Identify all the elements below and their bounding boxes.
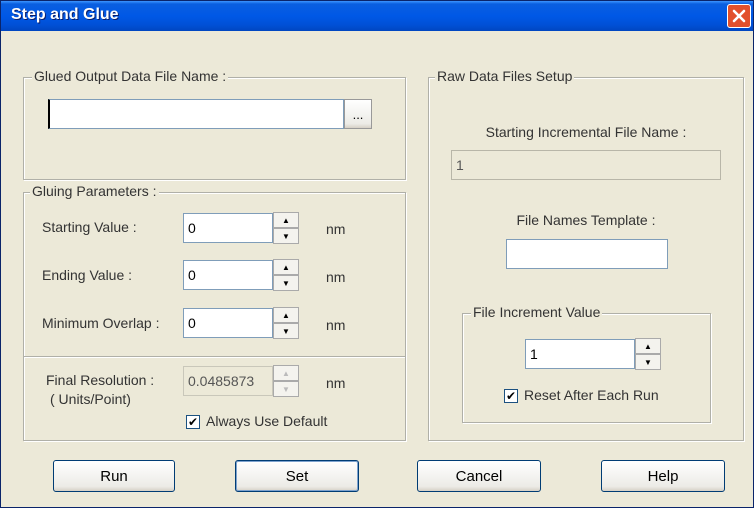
run-button[interactable]: Run: [53, 460, 175, 492]
always-use-default-label[interactable]: Always Use Default: [206, 413, 327, 429]
file-names-template-input[interactable]: [506, 239, 668, 269]
close-button[interactable]: [727, 4, 751, 28]
final-resolution-spinner: ▲ ▼: [273, 365, 299, 397]
checkmark-icon: ✔: [505, 389, 517, 403]
file-increment-spinner[interactable]: ▲ ▼: [635, 338, 661, 370]
glued-output-file-input[interactable]: [48, 99, 344, 129]
final-resolution-label: Final Resolution :: [46, 372, 155, 388]
file-increment-input[interactable]: 1: [525, 339, 635, 369]
triangle-up-icon[interactable]: ▲: [273, 259, 299, 275]
ending-value-unit: nm: [326, 269, 346, 285]
starting-value-spinner[interactable]: ▲ ▼: [273, 212, 299, 244]
minimum-overlap-input[interactable]: 0: [183, 308, 273, 338]
minimum-overlap-spinner[interactable]: ▲ ▼: [273, 307, 299, 339]
glued-output-group: Glued Output Data File Name : ...: [23, 68, 406, 180]
raw-data-files-legend: Raw Data Files Setup: [435, 68, 575, 84]
triangle-up-icon: ▲: [273, 365, 299, 381]
triangle-down-icon[interactable]: ▼: [273, 228, 299, 244]
triangle-down-icon[interactable]: ▼: [635, 354, 661, 370]
group-separator: [24, 356, 405, 358]
starting-value-input[interactable]: 0: [183, 213, 273, 243]
triangle-up-icon[interactable]: ▲: [273, 212, 299, 228]
file-increment-group: File Increment Value 1 ▲ ▼ ✔ Reset After…: [462, 304, 711, 423]
final-resolution-sublabel: ( Units/Point): [50, 391, 131, 407]
checkmark-icon: ✔: [187, 415, 199, 429]
close-icon: [732, 9, 746, 23]
step-and-glue-dialog: Step and Glue Glued Output Data File Nam…: [0, 0, 754, 508]
minimum-overlap-unit: nm: [326, 317, 346, 333]
triangle-down-icon: ▼: [273, 381, 299, 397]
file-increment-legend: File Increment Value: [471, 304, 603, 320]
file-names-template-label: File Names Template :: [516, 212, 656, 228]
triangle-down-icon[interactable]: ▼: [273, 323, 299, 339]
set-button[interactable]: Set: [235, 460, 359, 492]
final-resolution-input: 0.0485873: [183, 366, 273, 396]
raw-data-files-group: Raw Data Files Setup Starting Incrementa…: [428, 68, 744, 441]
title-bar[interactable]: Step and Glue: [1, 1, 753, 31]
gluing-parameters-legend: Gluing Parameters :: [30, 183, 159, 199]
starting-value-unit: nm: [326, 221, 346, 237]
reset-after-each-run-checkbox[interactable]: ✔: [504, 389, 518, 403]
minimum-overlap-label: Minimum Overlap :: [42, 315, 160, 331]
always-use-default-checkbox[interactable]: ✔: [186, 415, 200, 429]
ending-value-input[interactable]: 0: [183, 260, 273, 290]
ending-value-label: Ending Value :: [42, 267, 133, 283]
browse-button[interactable]: ...: [344, 99, 372, 129]
reset-after-each-run-label[interactable]: Reset After Each Run: [524, 387, 659, 403]
window-title: Step and Glue: [11, 6, 119, 23]
cancel-button[interactable]: Cancel: [417, 460, 541, 492]
help-button[interactable]: Help: [601, 460, 725, 492]
triangle-up-icon[interactable]: ▲: [635, 338, 661, 354]
dialog-body: Glued Output Data File Name : ... Gluing…: [7, 31, 747, 503]
starting-value-label: Starting Value :: [42, 219, 137, 235]
final-resolution-unit: nm: [326, 375, 346, 391]
triangle-up-icon[interactable]: ▲: [273, 307, 299, 323]
ending-value-spinner[interactable]: ▲ ▼: [273, 259, 299, 291]
starting-file-name-input: 1: [451, 150, 721, 180]
starting-file-name-label: Starting Incremental File Name :: [485, 124, 687, 140]
glued-output-legend: Glued Output Data File Name :: [32, 68, 229, 84]
triangle-down-icon[interactable]: ▼: [273, 275, 299, 291]
gluing-parameters-group: Gluing Parameters : Starting Value : 0 ▲…: [23, 183, 406, 441]
